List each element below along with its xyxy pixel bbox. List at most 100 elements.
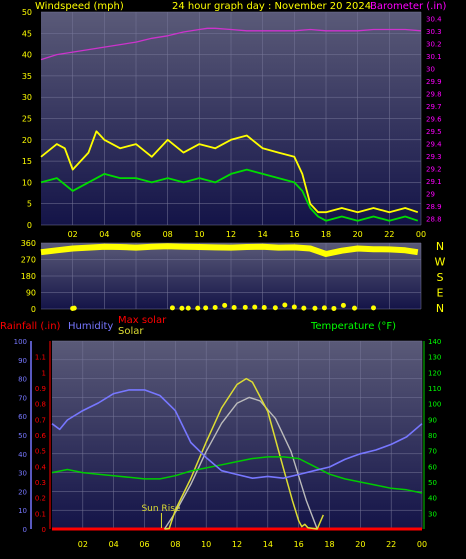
direction-panel: 090180270360 NWSEN	[21, 239, 446, 315]
wind-x-tick-label: 10	[194, 230, 204, 239]
compass-labels: NWSEN	[435, 240, 446, 315]
climate-x-tick-label: 20	[355, 540, 365, 549]
temperature-tick-label: 100	[428, 401, 441, 409]
temperature-axis-title: Temperature (°F)	[310, 321, 396, 332]
solar-legend: Solar	[118, 326, 144, 337]
barometer-tick-label: 30.2	[426, 40, 442, 48]
climate-x-tick-label: 02	[78, 540, 88, 549]
wind-x-tick-label: 20	[353, 230, 363, 239]
rainfall-tick-label: 0.3	[35, 479, 46, 487]
temperature-tick-label: 50	[428, 479, 437, 487]
climate-x-tick-label: 04	[109, 540, 119, 549]
temperature-tick-label: 60	[428, 463, 437, 471]
sunrise-label: Sun Rise	[141, 504, 180, 514]
climate-x-tick-label: 14	[263, 540, 273, 549]
barometer-tick-label: 30	[426, 65, 435, 73]
windspeed-axis-title: Windspeed (mph)	[35, 1, 124, 12]
windspeed-tick-label: 15	[22, 157, 32, 166]
barometer-tick-label: 30.3	[426, 28, 442, 36]
windspeed-tick-label: 0	[27, 221, 32, 230]
direction-point	[222, 302, 228, 308]
direction-point	[185, 305, 191, 311]
wind-x-ticks: 02 04 06 08 10 12 14 16 18 20 22 00	[68, 230, 427, 239]
direction-point	[340, 302, 346, 308]
direction-point	[252, 304, 258, 310]
direction-point	[352, 305, 357, 311]
temperature-tick-label: 120	[428, 369, 441, 377]
direction-point	[371, 305, 376, 311]
max-solar-legend: Max solar	[118, 315, 167, 326]
barometer-tick-label: 29.2	[426, 166, 442, 174]
direction-y-ticks: 0 90 180 270 360	[21, 239, 36, 314]
wind-x-tick-label: 06	[131, 230, 141, 239]
humidity-y-ticks: 0 10 20 30 40 50 60 70 80 90 100	[14, 338, 32, 534]
direction-point	[203, 305, 209, 311]
direction-point	[312, 305, 318, 311]
rainfall-tick-label: 0.7	[35, 416, 46, 424]
wind-x-tick-label: 00	[416, 230, 426, 239]
direction-point	[272, 305, 278, 311]
rainfall-axis-title: Rainfall (.in)	[0, 321, 61, 332]
graph-title: 24 hour graph day : November 20 2024	[172, 1, 371, 12]
barometer-tick-label: 28.9	[426, 203, 442, 211]
direction-point	[231, 305, 237, 311]
direction-tick-label: 180	[21, 272, 36, 281]
barometer-tick-label: 29.3	[426, 153, 442, 161]
humidity-tick-label: 50	[18, 432, 27, 440]
barometer-tick-label: 29	[426, 191, 435, 199]
barometer-tick-label: 28.8	[426, 216, 442, 224]
humidity-tick-label: 0	[23, 526, 27, 534]
rainfall-y-ticks: 0 0.1 0.2 0.3 0.4 0.5 0.6 0.7 0.8 0.9 1 1.1	[35, 341, 51, 534]
barometer-tick-label: 29.8	[426, 90, 442, 98]
weather-chart: Windspeed (mph) 24 hour graph day : Nove…	[0, 1, 447, 549]
direction-point	[261, 305, 267, 311]
windspeed-y-ticks: 0 5 10 15 20 25 30 35 40 45 50	[22, 8, 32, 230]
windspeed-tick-label: 30	[22, 93, 32, 102]
wind-panel: Windspeed (mph) 24 hour graph day : Nove…	[22, 1, 447, 239]
compass-label: W	[435, 256, 446, 269]
barometer-y-ticks: 28.8 28.9 29 29.1 29.2 29.3 29.4 29.5 29.6 29.7 29…	[426, 15, 442, 223]
humidity-tick-label: 90	[18, 357, 27, 365]
direction-point	[195, 305, 201, 311]
barometer-tick-label: 29.1	[426, 178, 442, 186]
compass-label: N	[436, 240, 444, 253]
barometer-tick-label: 29.5	[426, 128, 442, 136]
barometer-tick-label: 29.6	[426, 116, 442, 124]
weather-graph-root: Windspeed (mph) 24 hour graph day : Nove…	[0, 0, 466, 555]
humidity-axis-title: Humidity	[68, 321, 113, 332]
climate-x-tick-label: 10	[201, 540, 211, 549]
direction-tick-label: 360	[21, 239, 36, 248]
rainfall-tick-label: 0.6	[35, 432, 47, 440]
barometer-tick-label: 29.4	[426, 141, 442, 149]
climate-x-tick-label: 00	[417, 540, 427, 549]
temperature-tick-label: 80	[428, 432, 437, 440]
direction-point	[291, 304, 297, 310]
temperature-tick-label: 130	[428, 354, 441, 362]
barometer-tick-label: 29.9	[426, 78, 442, 86]
rainfall-tick-label: 1.1	[35, 354, 46, 362]
temperature-tick-label: 90	[428, 416, 437, 424]
windspeed-tick-label: 40	[22, 51, 32, 60]
humidity-tick-label: 100	[14, 338, 27, 346]
temperature-tick-label: 70	[428, 448, 437, 456]
direction-point	[321, 305, 327, 311]
direction-point	[169, 305, 175, 311]
temperature-tick-label: 40	[428, 495, 437, 503]
direction-point	[301, 305, 307, 311]
wind-x-tick-label: 04	[99, 230, 109, 239]
direction-point	[282, 302, 288, 308]
direction-point	[179, 305, 185, 311]
humidity-tick-label: 10	[18, 507, 27, 515]
compass-label: S	[437, 271, 444, 284]
windspeed-tick-label: 35	[22, 72, 32, 81]
direction-tick-label: 90	[26, 289, 36, 298]
temperature-tick-label: 110	[428, 385, 441, 393]
windspeed-tick-label: 10	[22, 178, 32, 187]
wind-x-tick-label: 02	[68, 230, 78, 239]
barometer-axis-title: Barometer (.in)	[370, 1, 446, 12]
wind-x-tick-label: 08	[163, 230, 173, 239]
windspeed-tick-label: 50	[22, 8, 32, 17]
rainfall-tick-label: 0.8	[35, 401, 46, 409]
humidity-tick-label: 80	[18, 376, 27, 384]
windspeed-tick-label: 5	[27, 200, 32, 209]
